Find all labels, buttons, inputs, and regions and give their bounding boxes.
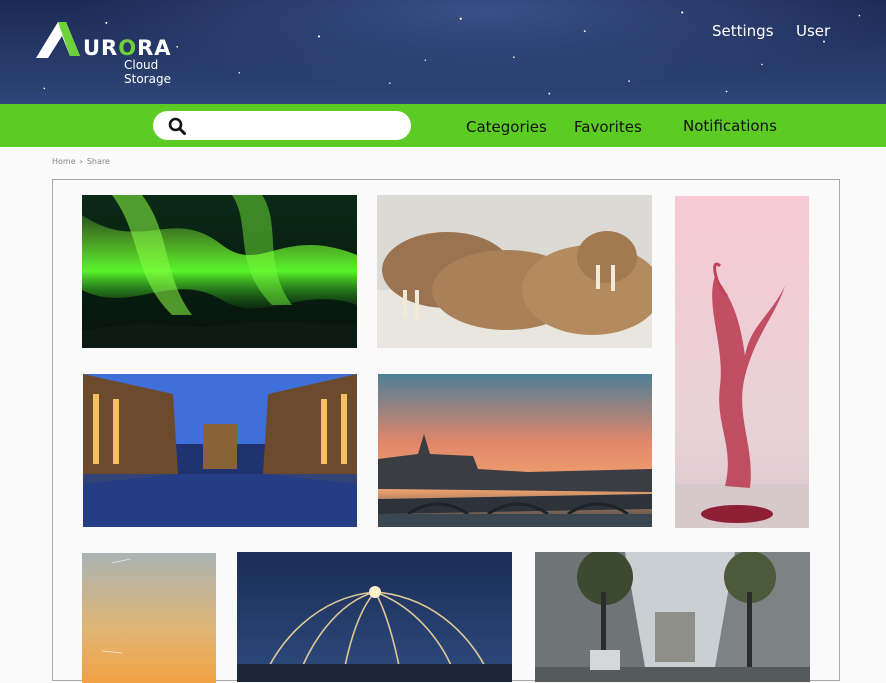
brand-name: URORA [83,36,172,60]
brand-subtitle: Cloud Storage [124,58,171,86]
photo-walrus-image [377,195,652,348]
breadcrumb: Home › Share [52,157,110,166]
brand-name-accent: O [118,36,138,60]
breadcrumb-current: Share [86,157,110,166]
search-input[interactable] [195,115,399,138]
photo-steel-wool-image [237,552,512,682]
logo-a-mark [36,22,80,58]
user-link[interactable]: User [796,22,830,40]
main-nav: Categories Favorites Notifications [0,104,886,147]
nav-favorites[interactable]: Favorites [574,118,642,136]
photo-splash-image [675,196,809,528]
app-header: URORA Cloud Storage Settings User [0,0,886,104]
breadcrumb-home[interactable]: Home [52,157,76,166]
photo-sky[interactable] [82,553,216,683]
nav-notifications[interactable]: Notifications [683,117,777,135]
photo-aurora[interactable] [82,195,357,348]
photo-sky-image [82,553,216,683]
search-icon[interactable] [168,117,186,135]
photo-aurora-image [82,195,357,348]
photo-street[interactable] [535,552,810,682]
photo-canal[interactable] [83,374,357,527]
photo-gallery [52,179,840,683]
photo-walrus[interactable] [377,195,652,348]
photo-street-image [535,552,810,682]
photo-steel-wool[interactable] [237,552,512,682]
search-box[interactable] [153,111,411,140]
brand-logo[interactable]: URORA Cloud Storage [36,20,206,86]
breadcrumb-separator-icon: › [79,157,83,166]
photo-bridge[interactable] [378,374,652,527]
photo-canal-image [83,374,357,527]
settings-link[interactable]: Settings [712,22,774,40]
photo-splash[interactable] [675,196,809,528]
photo-bridge-image [378,374,652,527]
nav-categories[interactable]: Categories [466,118,547,136]
